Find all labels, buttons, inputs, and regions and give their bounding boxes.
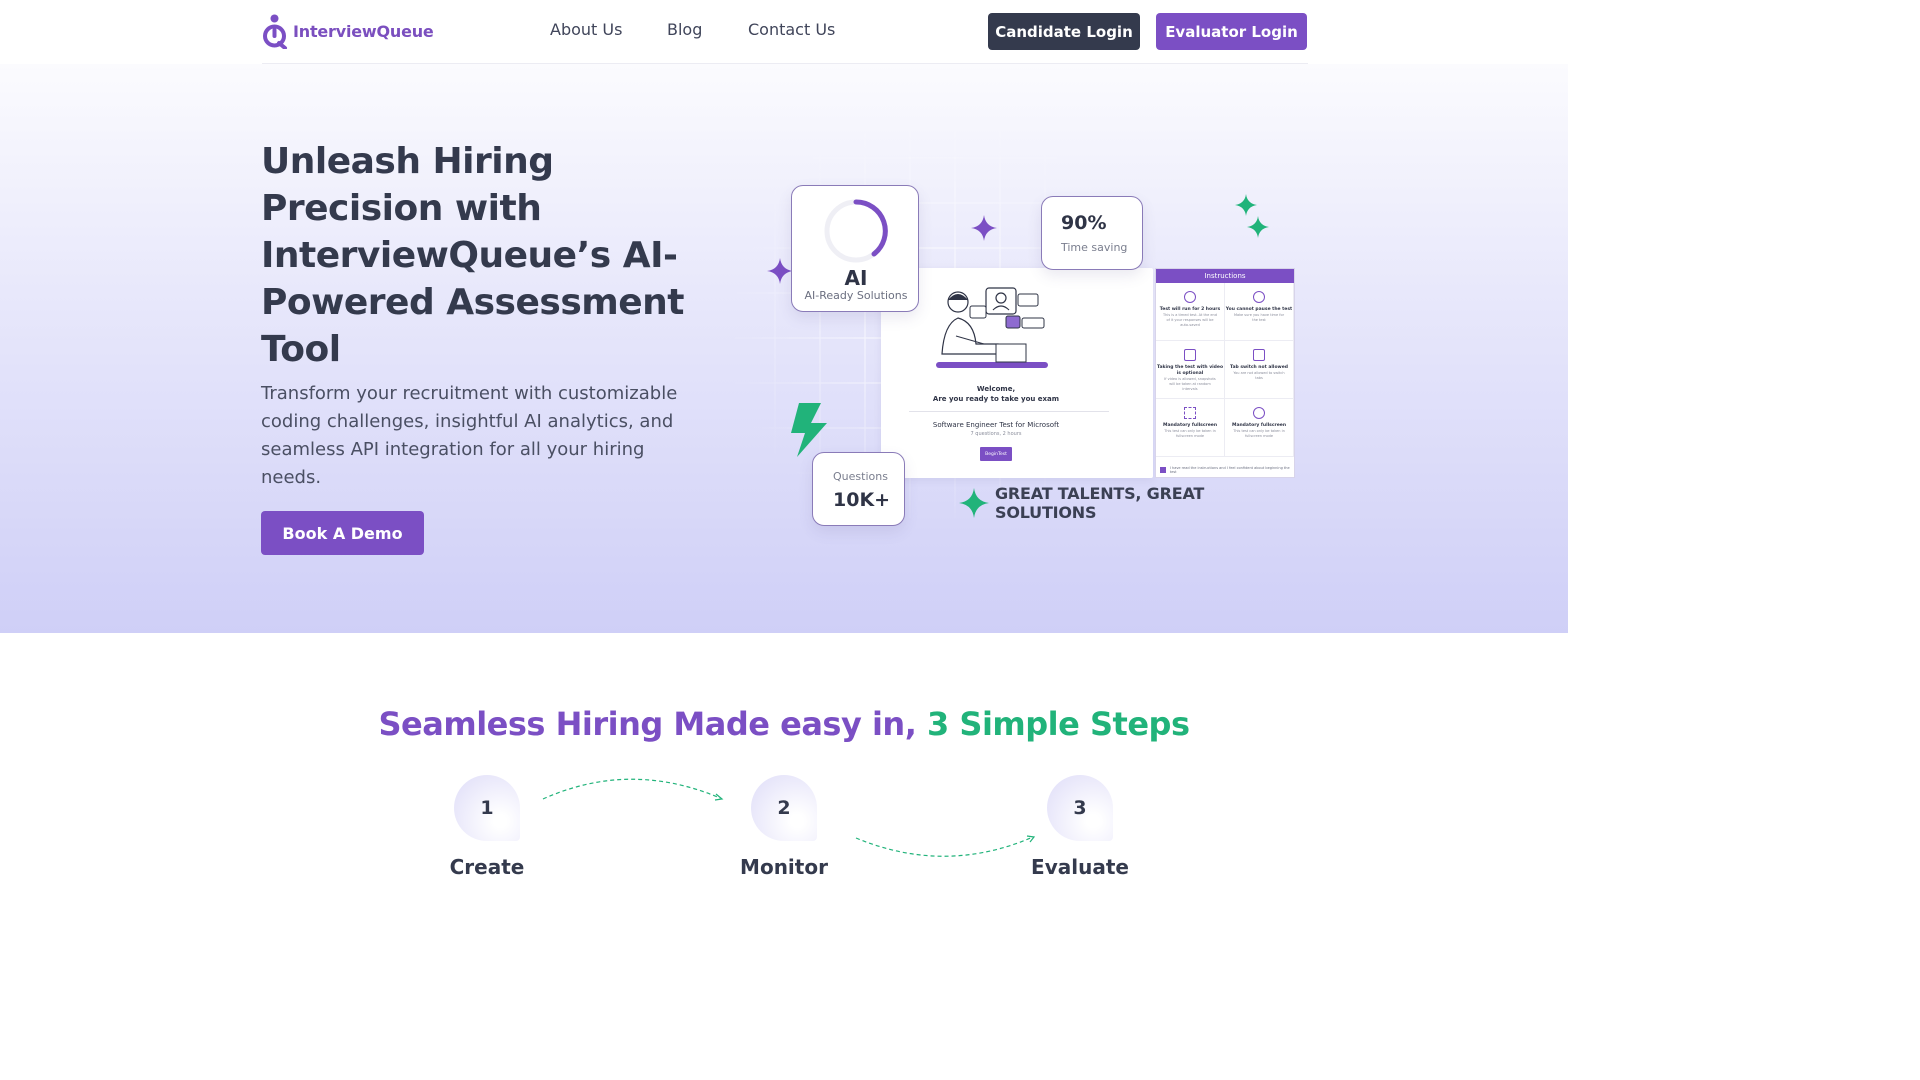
ai-stat-value: AI — [844, 266, 868, 290]
welcome-text: Welcome, — [976, 385, 1016, 393]
instruction-item: Test will run for 2 hours This is a timed… — [1156, 283, 1225, 341]
test-meta: 7 questions, 2 hours — [970, 431, 1022, 437]
book-demo-button[interactable]: Book A Demo — [261, 511, 424, 555]
hero-title: Unleash Hiring Precision with InterviewQ… — [261, 141, 685, 370]
tab-icon — [1253, 349, 1265, 361]
brand-name: InterviewQueue — [293, 22, 434, 41]
instruction-item: Tab switch not allowed You are not allowe… — [1225, 341, 1294, 399]
lightning-icon — [791, 403, 827, 457]
pause-icon — [1253, 291, 1265, 303]
sparkle-icon — [767, 258, 793, 284]
step-3-badge: 3 — [1047, 775, 1113, 841]
screen-divider — [909, 411, 1109, 412]
ai-stat-card: AI AI-Ready Solutions — [791, 185, 919, 312]
step-2-label: Monitor — [740, 855, 828, 879]
begin-test-button: BeginTest — [980, 447, 1012, 461]
step-2-badge: 2 — [751, 775, 817, 841]
time-saving-value: 90% — [1061, 212, 1107, 234]
questions-value: 10K+ — [833, 489, 891, 511]
instruction-item: Mandatory fullscreen This test can only b… — [1156, 399, 1225, 457]
candidate-login-button[interactable]: Candidate Login — [988, 13, 1140, 50]
instruction-item: Mandatory fullscreen This test can only b… — [1225, 399, 1294, 457]
logo-icon — [263, 14, 287, 49]
hero-tagline: GREAT TALENTS, GREAT SOLUTIONS — [995, 484, 1205, 522]
step-1-label: Create — [449, 855, 525, 879]
instruction-item: You cannot pause the test Make sure you h… — [1225, 283, 1294, 341]
nav-about-us[interactable]: About Us — [550, 20, 622, 39]
hero-illustration: Welcome, Are you ready to take you exam … — [735, 118, 1310, 528]
evaluator-login-button[interactable]: Evaluator Login — [1156, 13, 1307, 50]
exam-welcome-screen: Welcome, Are you ready to take you exam … — [881, 268, 1153, 478]
nav-blog[interactable]: Blog — [667, 20, 702, 39]
hero-subtitle: Transform your recruitment with customiz… — [261, 383, 678, 488]
steps-title: Seamless Hiring Made easy in, 3 Simple S… — [378, 705, 1190, 743]
time-saving-label: Time saving — [1061, 241, 1128, 254]
instruction-item: Taking the test with video is optional If… — [1156, 341, 1225, 399]
timer-icon — [1184, 291, 1196, 303]
header-divider — [262, 63, 1308, 64]
time-saving-card: 90% Time saving — [1041, 196, 1143, 270]
sparkle-icon — [971, 215, 997, 241]
ai-stat-label: AI-Ready Solutions — [804, 289, 908, 302]
step-1-badge: 1 — [454, 775, 520, 841]
instructions-title: Instructions — [1156, 269, 1294, 283]
sparkle-icon — [959, 488, 989, 518]
instructions-panel: Instructions Test will run for 2 hours Th… — [1155, 268, 1295, 478]
fullscreen-icon — [1184, 407, 1196, 419]
step-3-label: Evaluate — [1031, 855, 1129, 879]
progress-ring-icon — [824, 199, 888, 263]
questions-card: Questions 10K+ — [812, 452, 905, 526]
questions-label: Questions — [833, 470, 888, 483]
ready-text: Are you ready to take you exam — [932, 395, 1060, 403]
sparkle-icon — [1235, 194, 1269, 238]
checkbox-icon — [1160, 467, 1166, 473]
instructions-confirm: I have read the instructions and I feel … — [1160, 466, 1294, 474]
video-icon — [1184, 349, 1196, 361]
nav-contact-us[interactable]: Contact Us — [748, 20, 835, 39]
site-header: InterviewQueue About Us Blog Contact Us … — [0, 0, 1568, 64]
brand-logo[interactable]: InterviewQueue — [261, 14, 434, 49]
candidate-illustration-icon — [936, 287, 1048, 368]
timer-icon — [1253, 407, 1265, 419]
test-name: Software Engineer Test for Microsoft — [932, 421, 1060, 429]
